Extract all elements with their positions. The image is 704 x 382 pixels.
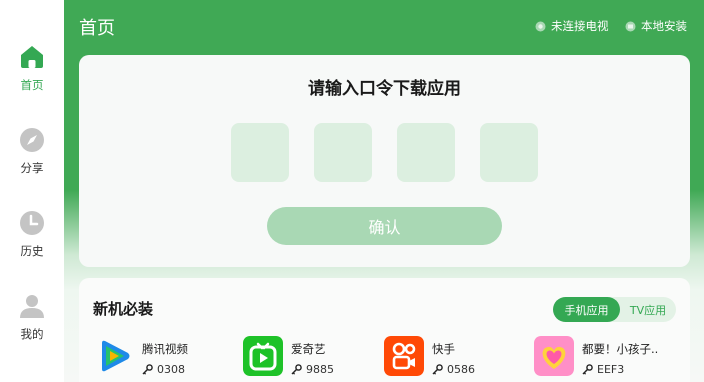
tv-connection-status[interactable]: 未连接电视 [535, 18, 609, 34]
user-icon [20, 295, 44, 318]
app-name: 爱奇艺 [291, 342, 326, 356]
clock-icon [20, 211, 44, 235]
sidebar-item-label: 历史 [20, 244, 44, 258]
code-digit-box[interactable] [231, 123, 289, 182]
sidebar-item-mine[interactable]: 我的 [0, 293, 64, 342]
code-digit-box[interactable] [397, 123, 455, 182]
local-install-icon [625, 21, 636, 31]
tab-phone-apps[interactable]: 手机应用 [553, 297, 620, 322]
tv-status-label: 未连接电视 [551, 19, 609, 33]
heart-app-icon [534, 336, 574, 376]
app-item-tencent-video[interactable]: 腾讯视频 0308 [94, 336, 188, 376]
code-entry-card: 请输入口令下载应用 确认 [79, 55, 690, 267]
local-install-label: 本地安装 [641, 19, 687, 33]
compass-icon [20, 128, 44, 152]
sidebar-item-share[interactable]: 分享 [0, 127, 64, 176]
sidebar-item-label: 首页 [20, 78, 44, 92]
app-item-heart-app[interactable]: 都要！小孩子.. EEF3 [534, 336, 658, 376]
tv-status-icon [535, 21, 546, 31]
key-icon [432, 364, 443, 375]
confirm-button[interactable]: 确认 [267, 207, 502, 245]
essentials-card: 新机必装 手机应用 TV应用 腾讯视频 0308 爱奇艺 9885 快手 058… [79, 278, 690, 382]
key-icon [142, 364, 153, 375]
sidebar-item-label: 我的 [20, 327, 44, 341]
code-digit-box[interactable] [314, 123, 372, 182]
app-name: 都要！小孩子.. [582, 342, 659, 356]
key-icon [291, 364, 302, 375]
essentials-title: 新机必装 [93, 300, 154, 318]
sidebar-item-history[interactable]: 历史 [0, 210, 64, 259]
sidebar-item-home[interactable]: 首页 [0, 44, 64, 93]
app-code: 0308 [157, 363, 185, 376]
tencent-video-icon [102, 340, 130, 372]
iqiyi-icon [243, 336, 283, 376]
app-name: 腾讯视频 [142, 342, 188, 356]
app-item-kuaishou[interactable]: 快手 0586 [384, 336, 475, 376]
main-content: 首页 未连接电视 本地安装 请输入口令下载应用 确认 新机必装 手机应用 TV应… [64, 0, 704, 382]
sidebar: 首页 分享 历史 我的 [0, 0, 64, 382]
app-code: 9885 [306, 363, 334, 376]
key-icon [582, 364, 593, 375]
kuaishou-icon [384, 336, 424, 376]
page-title: 首页 [79, 18, 115, 39]
home-icon [21, 46, 43, 68]
tab-tv-apps[interactable]: TV应用 [620, 297, 676, 322]
app-type-switch: 手机应用 TV应用 [553, 297, 676, 322]
app-name: 快手 [432, 342, 455, 356]
sidebar-item-label: 分享 [20, 161, 44, 175]
app-item-iqiyi[interactable]: 爱奇艺 9885 [243, 336, 334, 376]
code-entry-title: 请输入口令下载应用 [308, 79, 461, 99]
local-install-button[interactable]: 本地安装 [625, 18, 687, 34]
code-digit-box[interactable] [480, 123, 538, 182]
app-code: EEF3 [597, 363, 625, 376]
app-code: 0586 [447, 363, 475, 376]
